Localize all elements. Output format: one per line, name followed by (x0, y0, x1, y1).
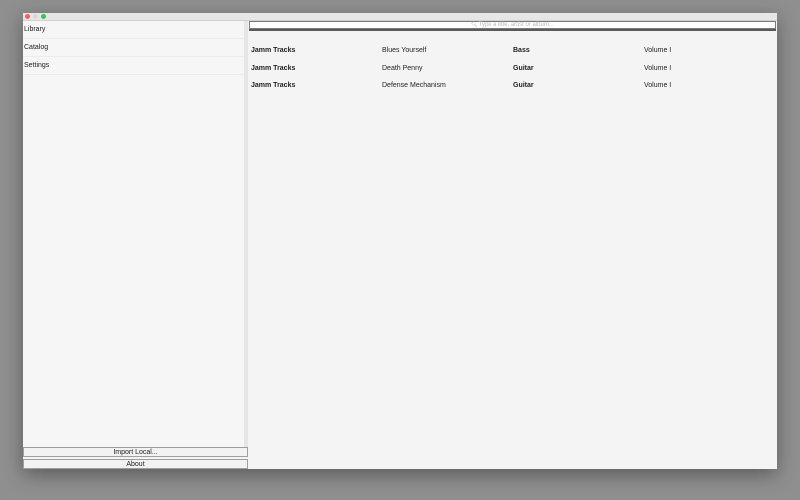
track-title: Defense Mechanism (382, 82, 446, 89)
title-bar (23, 13, 777, 21)
track-source: Jamm Tracks (251, 82, 296, 89)
sidebar-item-library[interactable]: Library (23, 21, 244, 39)
track-table: Jamm Tracks Blues Yourself Bass Volume I… (248, 47, 777, 100)
track-instrument: Guitar (513, 82, 534, 89)
track-volume: Volume I (644, 64, 672, 72)
track-list-panel: 🔍︎Type a title, artist or album... Jamm … (248, 21, 777, 469)
table-row[interactable]: Jamm Tracks Defense Mechanism Guitar Vol… (248, 82, 777, 100)
search-input[interactable]: 🔍︎Type a title, artist or album... (249, 21, 776, 29)
track-title: Blues Yourself (382, 47, 427, 54)
track-instrument: Guitar (513, 64, 534, 72)
table-row[interactable]: Jamm Tracks Blues Yourself Bass Volume I (248, 47, 777, 65)
track-instrument: Bass (513, 47, 530, 54)
track-source: Jamm Tracks (251, 64, 296, 72)
app-window: Library Catalog Settings Import Local...… (23, 13, 777, 469)
sidebar-item-catalog[interactable]: Catalog (23, 39, 244, 57)
track-volume: Volume I (644, 47, 672, 54)
track-volume: Volume I (644, 82, 672, 89)
minimize-window-button[interactable] (33, 14, 38, 19)
search-divider (249, 29, 776, 31)
sidebar: Library Catalog Settings (23, 21, 248, 457)
table-row[interactable]: Jamm Tracks Death Penny Guitar Volume I (248, 65, 777, 83)
track-title: Death Penny (382, 64, 423, 72)
search-icon: 🔍︎ (471, 22, 478, 28)
search-placeholder: Type a title, artist or album... (478, 22, 554, 28)
track-source: Jamm Tracks (251, 47, 296, 54)
close-window-button[interactable] (25, 14, 30, 19)
zoom-window-button[interactable] (41, 14, 46, 19)
import-local-button[interactable]: Import Local... (23, 447, 248, 457)
sidebar-item-settings[interactable]: Settings (23, 57, 244, 75)
about-button[interactable]: About (23, 459, 248, 469)
